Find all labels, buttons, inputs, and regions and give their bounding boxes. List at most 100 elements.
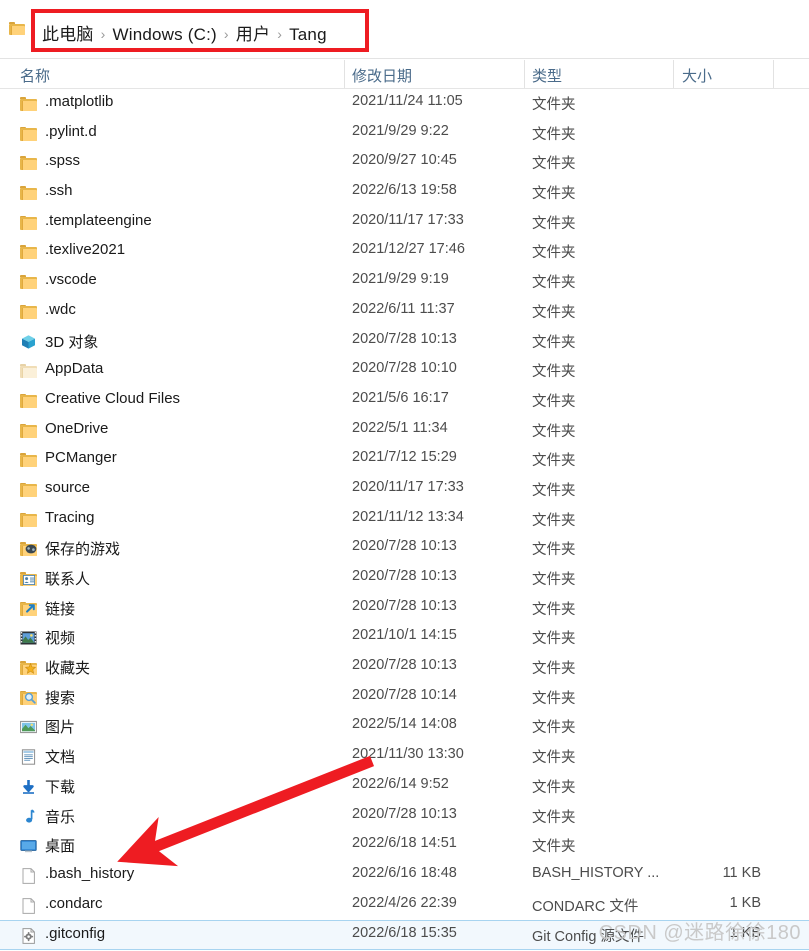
file-name-cell: OneDrive bbox=[45, 419, 109, 437]
file-date-cell: 2020/11/17 17:33 bbox=[352, 478, 464, 495]
file-date-cell: 2020/7/28 10:13 bbox=[352, 597, 457, 614]
file-row[interactable]: 联系人 2020/7/28 10:13 文件夹 bbox=[0, 564, 809, 594]
file-date-cell: 2020/7/28 10:14 bbox=[352, 686, 457, 703]
column-header-type[interactable]: 类型 bbox=[532, 65, 562, 86]
file-name-cell: .gitconfig bbox=[45, 925, 106, 943]
file-row[interactable]: 链接 2020/7/28 10:13 文件夹 bbox=[0, 594, 809, 624]
breadcrumb-segment-tang[interactable]: Tang bbox=[289, 25, 327, 44]
file-type-cell: 文件夹 bbox=[532, 482, 576, 499]
file-row[interactable]: 收藏夹 2020/7/28 10:13 文件夹 bbox=[0, 653, 809, 683]
file-type-cell: CONDARC 文件 bbox=[532, 898, 639, 915]
file-date-cell: 2021/12/27 17:46 bbox=[352, 241, 465, 258]
music-icon bbox=[20, 808, 37, 825]
file-name-cell: 搜索 bbox=[45, 689, 76, 707]
file-row[interactable]: .wdc 2022/6/11 11:37 文件夹 bbox=[0, 297, 809, 327]
file-name-cell: 联系人 bbox=[45, 571, 91, 588]
file-type-cell: 文件夹 bbox=[532, 97, 576, 113]
file-type-cell: 文件夹 bbox=[532, 453, 576, 470]
folder-icon bbox=[9, 22, 25, 35]
file-name-cell: 图片 bbox=[45, 719, 76, 737]
file-row[interactable]: 下载 2022/6/14 9:52 文件夹 bbox=[0, 772, 809, 802]
file-name-cell: 保存的游戏 bbox=[45, 541, 121, 559]
file-name-cell: PCManger bbox=[45, 449, 117, 467]
file-list[interactable]: .matplotlib 2021/11/24 11:05 文件夹 .pylint.d 2… bbox=[0, 89, 809, 951]
folder-icon bbox=[20, 96, 37, 112]
favorites-icon bbox=[20, 660, 37, 676]
file-row[interactable]: 视频 2021/10/1 14:15 文件夹 bbox=[0, 623, 809, 653]
videos-icon bbox=[20, 630, 37, 646]
file-row[interactable]: 桌面 2022/6/18 14:51 文件夹 bbox=[0, 831, 809, 861]
file-type-cell: 文件夹 bbox=[532, 215, 576, 232]
folder-icon bbox=[20, 185, 37, 201]
file-type-cell: 文件夹 bbox=[532, 186, 576, 203]
breadcrumb[interactable]: 此电脑 › Windows (C:) › 用户 › Tang bbox=[42, 20, 327, 45]
file-row[interactable]: 保存的游戏 2020/7/28 10:13 文件夹 bbox=[0, 534, 809, 564]
file-name-cell: .templateengine bbox=[45, 211, 152, 229]
column-divider[interactable] bbox=[773, 60, 774, 88]
breadcrumb-segment-users[interactable]: 用户 bbox=[236, 25, 270, 44]
column-header-row: 名称 修改日期 类型 大小 bbox=[0, 59, 809, 89]
file-date-cell: 2022/5/1 11:34 bbox=[352, 419, 448, 436]
breadcrumb-segment-this-pc[interactable]: 此电脑 bbox=[42, 25, 94, 44]
contacts-icon bbox=[20, 571, 37, 587]
folder-icon bbox=[20, 452, 37, 468]
column-header-date[interactable]: 修改日期 bbox=[352, 65, 412, 86]
file-row[interactable]: .vscode 2021/9/29 9:19 文件夹 bbox=[0, 267, 809, 297]
file-name-cell: 链接 bbox=[45, 600, 76, 618]
file-type-cell: 文件夹 bbox=[532, 334, 576, 351]
folder-icon bbox=[20, 423, 37, 439]
file-name-cell: AppData bbox=[45, 360, 104, 378]
file-date-cell: 2022/6/13 19:58 bbox=[352, 182, 457, 199]
file-date-cell: 2021/9/29 9:22 bbox=[352, 122, 449, 139]
file-name-cell: .texlive2021 bbox=[45, 241, 126, 259]
file-row[interactable]: .bash_history 2022/6/16 18:48 BASH_HISTORY… bbox=[0, 861, 809, 891]
column-divider[interactable] bbox=[524, 60, 525, 88]
file-date-cell: 2020/9/27 10:45 bbox=[352, 152, 457, 169]
downloads-icon bbox=[20, 779, 37, 795]
file-row[interactable]: .texlive2021 2021/12/27 17:46 文件夹 bbox=[0, 237, 809, 267]
file-row[interactable]: AppData 2020/7/28 10:10 文件夹 bbox=[0, 356, 809, 386]
file-row[interactable]: OneDrive 2022/5/1 11:34 文件夹 bbox=[0, 416, 809, 446]
file-row[interactable]: .matplotlib 2021/11/24 11:05 文件夹 bbox=[0, 89, 809, 119]
file-name-cell: .matplotlib bbox=[45, 93, 114, 110]
file-date-cell: 2021/5/6 16:17 bbox=[352, 389, 449, 406]
file-type-cell: 文件夹 bbox=[532, 364, 576, 381]
column-divider[interactable] bbox=[673, 60, 674, 88]
column-header-size[interactable]: 大小 bbox=[682, 65, 712, 86]
folder-icon bbox=[20, 304, 37, 320]
file-row[interactable]: .ssh 2022/6/13 19:58 文件夹 bbox=[0, 178, 809, 208]
file-row[interactable]: Creative Cloud Files 2021/5/6 16:17 文件夹 bbox=[0, 386, 809, 416]
file-name-cell: 下载 bbox=[45, 778, 76, 796]
file-type-cell: 文件夹 bbox=[532, 690, 576, 707]
file-row[interactable]: 图片 2022/5/14 14:08 文件夹 bbox=[0, 712, 809, 742]
breadcrumb-separator-icon: › bbox=[223, 26, 229, 42]
file-name-cell: 桌面 bbox=[45, 838, 76, 856]
pictures-icon bbox=[20, 719, 37, 735]
file-type-cell: 文件夹 bbox=[532, 275, 576, 292]
file-name-cell: Creative Cloud Files bbox=[45, 389, 181, 407]
file-name-cell: 收藏夹 bbox=[45, 660, 91, 678]
file-row[interactable]: .templateengine 2020/11/17 17:33 文件夹 bbox=[0, 208, 809, 238]
file-row[interactable]: 搜索 2020/7/28 10:14 文件夹 bbox=[0, 683, 809, 713]
column-divider[interactable] bbox=[344, 60, 345, 88]
file-row[interactable]: .pylint.d 2021/9/29 9:22 文件夹 bbox=[0, 119, 809, 149]
file-type-cell: 文件夹 bbox=[532, 393, 576, 410]
file-name-cell: .wdc bbox=[45, 300, 76, 318]
file-row[interactable]: PCManger 2021/7/12 15:29 文件夹 bbox=[0, 445, 809, 475]
saved-games-icon bbox=[20, 541, 37, 557]
file-size-cell: 11 KB bbox=[722, 864, 761, 881]
file-row[interactable]: 3D 对象 2020/7/28 10:13 文件夹 bbox=[0, 327, 809, 357]
file-row[interactable]: .spss 2020/9/27 10:45 文件夹 bbox=[0, 148, 809, 178]
file-type-cell: 文件夹 bbox=[532, 661, 576, 678]
file-row[interactable]: 文档 2021/11/30 13:30 文件夹 bbox=[0, 742, 809, 772]
file-type-cell: 文件夹 bbox=[532, 750, 576, 767]
file-row[interactable]: source 2020/11/17 17:33 文件夹 bbox=[0, 475, 809, 505]
file-row[interactable]: Tracing 2021/11/12 13:34 文件夹 bbox=[0, 505, 809, 535]
file-date-cell: 2022/6/11 11:37 bbox=[352, 300, 455, 317]
file-row[interactable]: 音乐 2020/7/28 10:13 文件夹 bbox=[0, 802, 809, 832]
folder-icon bbox=[20, 244, 37, 260]
breadcrumb-segment-windows-c[interactable]: Windows (C:) bbox=[112, 25, 216, 44]
column-header-name[interactable]: 名称 bbox=[20, 65, 50, 86]
file-type-cell: 文件夹 bbox=[532, 126, 576, 143]
file-name-cell: 3D 对象 bbox=[45, 333, 99, 351]
